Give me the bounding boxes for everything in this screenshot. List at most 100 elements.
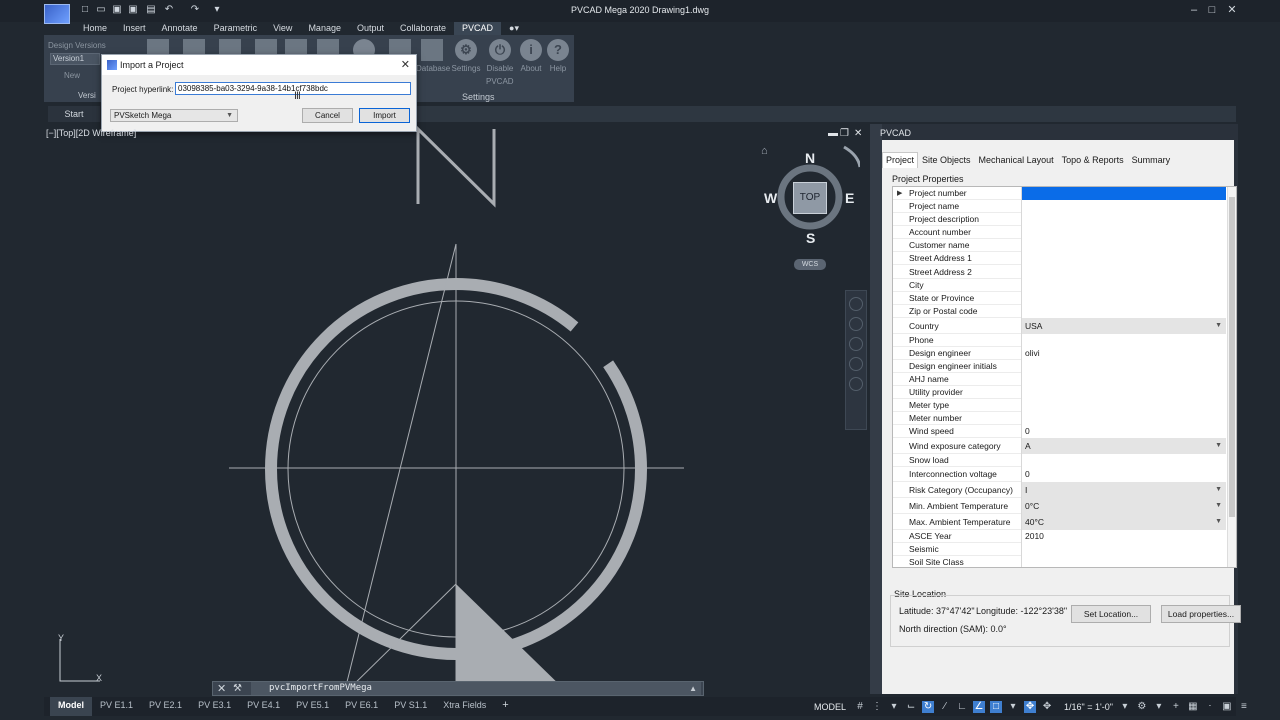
annotation-scale[interactable]: 1/16" = 1'-0" xyxy=(1064,702,1113,712)
cancel-button[interactable]: Cancel xyxy=(302,108,353,123)
tab-site-objects[interactable]: Site Objects xyxy=(918,152,975,168)
tracking-icon[interactable]: ∟ xyxy=(956,701,968,713)
property-value-input[interactable] xyxy=(1021,360,1226,373)
minimize-icon[interactable]: – xyxy=(1186,3,1202,17)
compass-west[interactable]: W xyxy=(764,190,777,206)
property-value-input[interactable] xyxy=(1021,200,1226,213)
layout-tab-pv-e3[interactable]: PV E3.1 xyxy=(190,697,239,716)
layout-tab-pv-e4[interactable]: PV E4.1 xyxy=(239,697,288,716)
isodraft-icon[interactable]: ∕ xyxy=(939,701,951,713)
customize-menu-icon[interactable]: ≡ xyxy=(1238,701,1250,713)
database-button[interactable]: Database xyxy=(416,39,450,73)
compass-north[interactable]: N xyxy=(805,150,815,166)
tab-topo-reports[interactable]: Topo & Reports xyxy=(1058,152,1128,168)
property-value-input[interactable] xyxy=(1021,213,1226,226)
viewport-close-icon[interactable]: ✕ xyxy=(854,128,862,139)
polar-icon[interactable]: ↻ xyxy=(922,700,935,713)
property-value-input[interactable]: 0 xyxy=(1021,425,1226,438)
source-select[interactable]: PVSketch Mega ▼ xyxy=(110,109,238,122)
layout-tab-model[interactable]: Model xyxy=(50,697,92,716)
grid-icon[interactable]: # xyxy=(854,701,866,713)
layout-tab-pv-e2[interactable]: PV E2.1 xyxy=(141,697,190,716)
property-value-input[interactable] xyxy=(1021,226,1226,239)
steering-wheel-icon[interactable] xyxy=(849,297,863,311)
orbit-icon[interactable] xyxy=(849,357,863,371)
workspace-menu-icon[interactable]: ▾ xyxy=(1153,701,1165,713)
ribbon-tab-annotate[interactable]: Annotate xyxy=(154,22,206,35)
tab-summary[interactable]: Summary xyxy=(1128,152,1175,168)
model-space-toggle[interactable]: MODEL xyxy=(814,702,846,712)
viewport-restore-icon[interactable]: ❐ xyxy=(840,128,849,139)
compass-east[interactable]: E xyxy=(845,190,854,206)
close-window-icon[interactable]: ✕ xyxy=(1224,3,1240,17)
help-button[interactable]: ? Help xyxy=(542,39,574,73)
new-version-button[interactable]: New xyxy=(64,71,80,80)
property-value-input[interactable] xyxy=(1021,305,1226,318)
set-location-button[interactable]: Set Location... xyxy=(1071,605,1151,623)
isolate-icon[interactable]: ▦ xyxy=(1187,701,1199,713)
layout-tab-pv-s1[interactable]: PV S1.1 xyxy=(386,697,435,716)
property-value-input[interactable]: 2010 xyxy=(1021,530,1226,543)
layout-tab-pv-e5[interactable]: PV E5.1 xyxy=(288,697,337,716)
ribbon-tab-view[interactable]: View xyxy=(265,22,300,35)
ribbon-tab-manage[interactable]: Manage xyxy=(300,22,349,35)
drawing-viewport[interactable]: [−][Top][2D Wireframe] ▬ ❐ ✕ xyxy=(44,124,870,694)
compass-south[interactable]: S xyxy=(806,230,815,246)
maximize-icon[interactable]: □ xyxy=(1204,3,1220,17)
property-select[interactable]: A ▼ xyxy=(1021,438,1226,454)
version-select[interactable]: Version1 xyxy=(50,53,100,65)
ribbon-tab-collaborate[interactable]: Collaborate xyxy=(392,22,454,35)
scale-menu-icon[interactable]: ▾ xyxy=(1119,701,1131,713)
workspace-gear-icon[interactable]: ⚙ xyxy=(1136,701,1148,713)
tab-project[interactable]: Project xyxy=(882,152,919,168)
disable-button[interactable]: ⏻ Disable xyxy=(484,39,516,73)
ribbon-tab-parametric[interactable]: Parametric xyxy=(206,22,266,35)
viewport-minimize-icon[interactable]: ▬ xyxy=(828,128,838,139)
property-select[interactable]: 0°C ▼ xyxy=(1021,498,1226,514)
hardware-acceleration-icon[interactable]: ⋅ xyxy=(1204,701,1216,713)
ribbon-minimize-icon[interactable]: ●▾ xyxy=(501,22,527,35)
property-value-input[interactable] xyxy=(1021,279,1226,292)
property-value-input[interactable] xyxy=(1021,292,1226,305)
close-icon[interactable]: ✕ xyxy=(401,58,410,71)
viewport-controls-label[interactable]: [−][Top][2D Wireframe] xyxy=(46,128,136,138)
layout-tab-pv-e6[interactable]: PV E6.1 xyxy=(337,697,386,716)
zoom-icon[interactable] xyxy=(849,337,863,351)
clean-screen-icon[interactable]: ▣ xyxy=(1221,701,1233,713)
snap-menu-icon[interactable]: ▾ xyxy=(888,701,900,713)
pan-icon[interactable] xyxy=(849,317,863,331)
plus-icon[interactable]: + xyxy=(1170,701,1182,713)
annotation-visibility-icon[interactable]: ✥ xyxy=(1024,700,1037,713)
property-value-input[interactable] xyxy=(1021,265,1226,279)
property-value-input[interactable] xyxy=(1021,386,1226,399)
ribbon-tab-insert[interactable]: Insert xyxy=(115,22,154,35)
add-layout-icon[interactable]: + xyxy=(494,697,516,716)
layout-tab-xtra-fields[interactable]: Xtra Fields xyxy=(435,697,494,716)
chevron-up-icon[interactable]: ▲ xyxy=(689,682,697,695)
property-value-input[interactable] xyxy=(1021,187,1226,200)
property-value-input[interactable] xyxy=(1021,556,1226,567)
osnap-icon[interactable]: ∠ xyxy=(973,700,986,713)
command-input[interactable]: pvcImportFromPVMega xyxy=(251,682,701,695)
tab-mechanical-layout[interactable]: Mechanical Layout xyxy=(975,152,1058,168)
snap-icon[interactable]: ⋮ xyxy=(871,701,883,713)
property-select[interactable]: 40°C ▼ xyxy=(1021,514,1226,530)
property-value-input[interactable] xyxy=(1021,399,1226,412)
annotation-autoscale-icon[interactable]: ✥ xyxy=(1041,701,1053,713)
viewcube[interactable]: ⌂ N S E W TOP WCS xyxy=(760,145,860,275)
load-properties-button[interactable]: Load properties... xyxy=(1161,605,1241,623)
close-icon[interactable]: ✕ xyxy=(217,682,226,696)
ribbon-tab-pvcad[interactable]: PVCAD xyxy=(454,22,502,35)
layout-tab-pv-e1[interactable]: PV E1.1 xyxy=(92,697,141,716)
viewcube-top-face[interactable]: TOP xyxy=(793,182,827,214)
dialog-title-bar[interactable]: Import a Project ✕ xyxy=(102,55,416,75)
property-select[interactable]: I ▼ xyxy=(1021,482,1226,498)
property-value-input[interactable] xyxy=(1021,252,1226,265)
lineweight-icon[interactable]: ▾ xyxy=(1007,701,1019,713)
property-value-input[interactable]: 0 xyxy=(1021,467,1226,482)
ribbon-tab-output[interactable]: Output xyxy=(349,22,392,35)
infer-icon[interactable]: ⌙ xyxy=(905,701,917,713)
project-hyperlink-input[interactable]: 03098385-ba03-3294-9a38-14b1cf738bdc xyxy=(175,82,411,95)
property-select[interactable]: USA ▼ xyxy=(1021,318,1226,334)
import-button[interactable]: Import xyxy=(359,108,410,123)
